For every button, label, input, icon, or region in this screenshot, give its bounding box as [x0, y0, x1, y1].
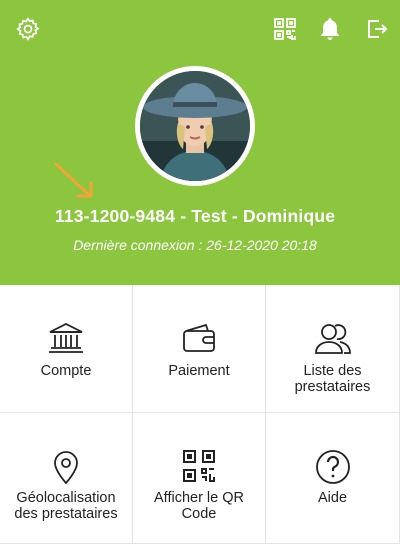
avatar[interactable] — [135, 66, 255, 186]
tile-label: Géolocalisation des prestataires — [14, 490, 118, 522]
location-pin-icon — [51, 449, 81, 490]
bank-icon — [48, 321, 84, 360]
gear-icon[interactable] — [13, 14, 43, 44]
profile-header: 113-1200-9484 - Test - Dominique Dernièr… — [0, 0, 400, 285]
tile-label: Liste des prestataires — [294, 363, 371, 395]
bell-icon[interactable] — [315, 14, 345, 44]
logout-icon[interactable] — [362, 14, 392, 44]
wallet-icon — [181, 321, 217, 360]
qr-code-icon[interactable] — [270, 14, 300, 44]
help-icon — [315, 449, 351, 490]
menu-tile-aide[interactable]: Aide — [266, 413, 400, 544]
menu-tile-liste-prestataires[interactable]: Liste des prestataires — [266, 285, 400, 413]
last-login-text: Dernière connexion : 26-12-2020 20:18 — [73, 237, 317, 253]
menu-tile-geolocalisation[interactable]: Géolocalisation des prestataires — [0, 413, 133, 544]
menu-grid: Compte Paiement Liste des prestataires G… — [0, 285, 400, 544]
arrow-icon — [54, 162, 93, 198]
tile-label: Afficher le QR Code — [154, 490, 244, 522]
menu-tile-afficher-qr[interactable]: Afficher le QR Code — [133, 413, 266, 544]
user-id-name: 113-1200-9484 - Test - Dominique — [54, 206, 336, 226]
tile-label: Compte — [40, 363, 92, 379]
menu-tile-paiement[interactable]: Paiement — [133, 285, 266, 413]
tile-label: Aide — [317, 490, 348, 506]
users-icon — [314, 321, 352, 360]
menu-tile-compte[interactable]: Compte — [0, 285, 133, 413]
qr-code-icon — [182, 449, 216, 488]
tile-label: Paiement — [168, 363, 230, 379]
